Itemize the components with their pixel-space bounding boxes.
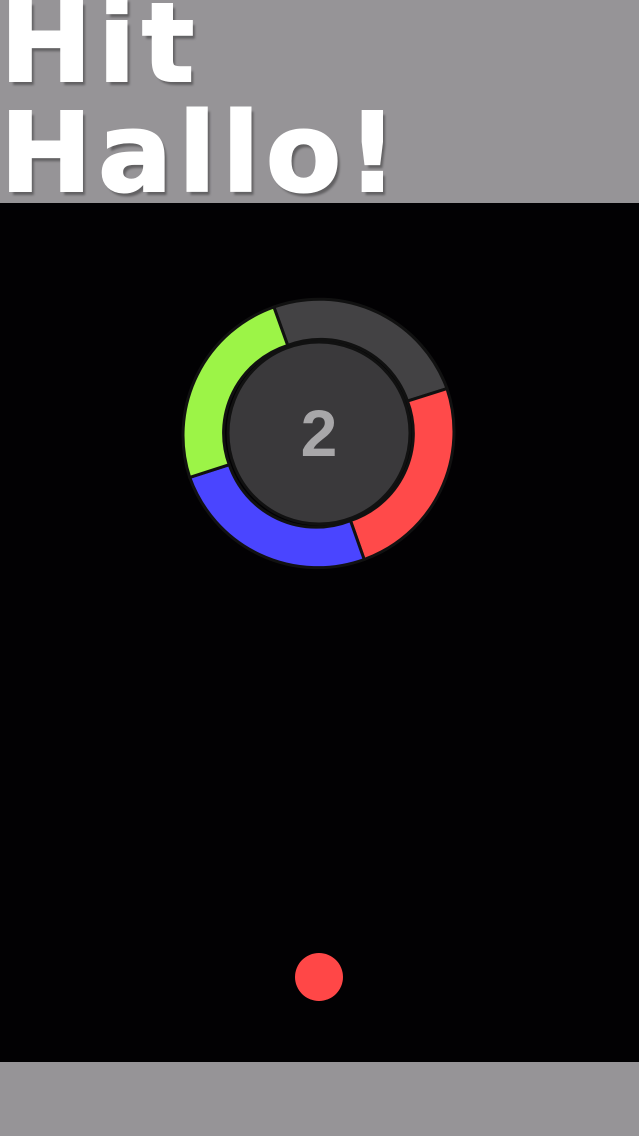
title-banner: Hit Hallo! bbox=[0, 0, 639, 209]
game-area[interactable]: 2 bbox=[0, 203, 639, 1062]
bottom-banner bbox=[0, 1062, 639, 1136]
hit-counter: 2 bbox=[301, 396, 338, 470]
color-wheel[interactable]: 2 bbox=[0, 203, 639, 1062]
ball bbox=[295, 953, 343, 1001]
game-title: Hit Hallo! bbox=[0, 0, 404, 217]
